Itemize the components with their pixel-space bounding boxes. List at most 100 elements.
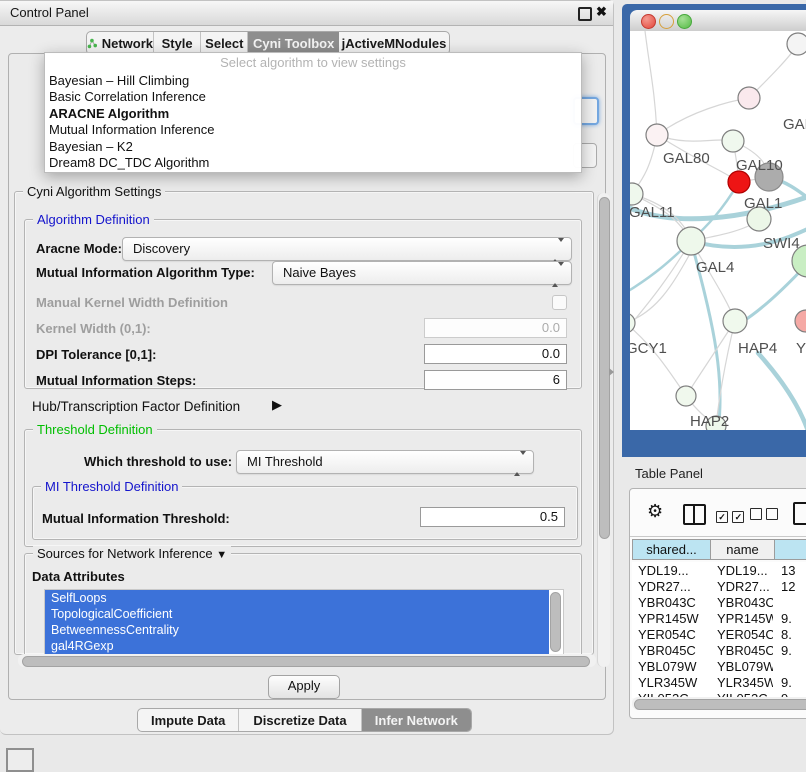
close-icon[interactable]: ✖ bbox=[596, 4, 607, 20]
data-attribute-item[interactable]: gal4RGexp bbox=[45, 638, 549, 654]
algorithm-option[interactable]: Mutual Information Inference bbox=[45, 122, 581, 138]
deselect-all-columns-icon[interactable] bbox=[750, 507, 778, 525]
mi-type-combobox[interactable]: Naive Bayes bbox=[272, 261, 572, 285]
table-cell[interactable]: 9. bbox=[781, 611, 806, 626]
split-columns-icon[interactable] bbox=[683, 504, 706, 525]
table-hscrollbar-track[interactable] bbox=[632, 697, 806, 710]
table-cell[interactable]: YPR145W bbox=[717, 611, 773, 626]
mi-steps-field[interactable]: 6 bbox=[424, 370, 567, 390]
table-hscrollbar-thumb[interactable] bbox=[634, 699, 806, 710]
node-pink-upper[interactable] bbox=[738, 87, 760, 109]
dpi-tolerance-label: DPI Tolerance [0,1]: bbox=[36, 347, 156, 362]
node-GAL80[interactable] bbox=[646, 124, 668, 146]
gear-icon[interactable]: ⚙ bbox=[647, 501, 663, 522]
node-HAP2[interactable] bbox=[676, 386, 696, 406]
minimize-traffic-light-icon[interactable] bbox=[659, 14, 674, 29]
algorithm-definition-label: Algorithm Definition bbox=[33, 212, 154, 227]
kernel-width-field[interactable]: 0.0 bbox=[424, 318, 567, 338]
table-cell[interactable]: YBR045C bbox=[717, 643, 773, 658]
apply-button[interactable]: Apply bbox=[268, 675, 340, 699]
data-attribute-item[interactable]: BetweennessCentrality bbox=[45, 622, 549, 638]
table-cell[interactable]: YBR043C bbox=[638, 595, 709, 610]
node-top-partial[interactable] bbox=[787, 33, 806, 55]
table-cell[interactable]: YBR045C bbox=[638, 643, 709, 658]
table-cell[interactable]: 9. bbox=[781, 675, 806, 690]
table-cell[interactable]: YBL079W bbox=[638, 659, 709, 674]
table-row[interactable]: YER054C YER054C 8. bbox=[632, 626, 806, 642]
node-red[interactable] bbox=[728, 171, 750, 193]
table-cell[interactable]: 13 bbox=[781, 563, 806, 578]
hub-tf-definition-toggle[interactable]: Hub/Transcription Factor Definition bbox=[32, 399, 240, 414]
expanded-arrow-icon[interactable]: ▼ bbox=[216, 549, 227, 561]
node-GAL4[interactable] bbox=[677, 227, 705, 255]
node-HAP4[interactable] bbox=[723, 309, 747, 333]
column-header-partial[interactable] bbox=[775, 539, 806, 560]
node-GAL11[interactable] bbox=[630, 183, 643, 205]
algorithm-option[interactable]: ARACNE Algorithm bbox=[45, 106, 581, 122]
table-cell[interactable]: YDL19... bbox=[717, 563, 773, 578]
tab-jactivemnodules[interactable]: jActiveMNodules bbox=[339, 32, 449, 54]
data-attribute-item[interactable]: SelfLoops bbox=[45, 590, 549, 606]
table-row[interactable]: YBL079W YBL079W bbox=[632, 658, 806, 674]
mi-threshold-field[interactable]: 0.5 bbox=[420, 507, 565, 527]
tab-cyni-toolbox[interactable]: Cyni Toolbox bbox=[248, 32, 338, 54]
table-cell[interactable]: 8. bbox=[781, 627, 806, 642]
manual-kernel-checkbox[interactable] bbox=[552, 295, 567, 310]
settings-hscrollbar-thumb[interactable] bbox=[22, 656, 590, 667]
node-label-SWI4: SWI4 bbox=[763, 235, 800, 252]
splitter-handle-icon[interactable] bbox=[609, 368, 614, 376]
tab-network[interactable]: Network bbox=[87, 32, 154, 54]
table-row[interactable]: YBR045C YBR045C 9. bbox=[632, 642, 806, 658]
table-row[interactable]: YLR345W YLR345W 9. bbox=[632, 674, 806, 690]
data-attribute-item[interactable]: TopologicalCoefficient bbox=[45, 606, 549, 622]
table-cell[interactable]: YER054C bbox=[717, 627, 773, 642]
table-cell[interactable]: YDR27... bbox=[717, 579, 773, 594]
table-cell[interactable]: YLR345W bbox=[638, 675, 709, 690]
list-vscrollbar-thumb[interactable] bbox=[550, 592, 561, 652]
algorithm-option[interactable]: Bayesian – K2 bbox=[45, 139, 581, 155]
column-header-name[interactable]: name bbox=[711, 539, 775, 560]
sources-group-label: Sources for Network Inference ▼ bbox=[33, 546, 231, 561]
data-attributes-list[interactable]: SelfLoopsTopologicalCoefficientBetweenne… bbox=[44, 589, 564, 655]
export-table-icon[interactable] bbox=[793, 502, 806, 525]
dpi-tolerance-field[interactable]: 0.0 bbox=[424, 344, 567, 364]
table-row[interactable]: YDL19... YDL19... 13 bbox=[632, 562, 806, 578]
close-traffic-light-icon[interactable] bbox=[641, 14, 656, 29]
table-cell[interactable]: YDR27... bbox=[638, 579, 709, 594]
node-GAL10[interactable] bbox=[722, 130, 744, 152]
which-threshold-combobox[interactable]: MI Threshold bbox=[236, 450, 534, 474]
table-cell[interactable]: YER054C bbox=[638, 627, 709, 642]
settings-hscrollbar-track[interactable] bbox=[18, 654, 596, 667]
algorithm-option[interactable]: Dream8 DC_TDC Algorithm bbox=[45, 155, 581, 171]
table-row[interactable]: YBR043C YBR043C bbox=[632, 594, 806, 610]
collapsed-arrow-icon[interactable]: ▶ bbox=[272, 397, 282, 413]
select-all-columns-icon[interactable]: ✓ ✓ bbox=[716, 507, 744, 525]
table-cell[interactable]: YDL19... bbox=[638, 563, 709, 578]
node-label-GAL11: GAL11 bbox=[630, 204, 675, 221]
data-attributes-label: Data Attributes bbox=[32, 569, 125, 584]
table-row[interactable]: YDR27... YDR27... 12 bbox=[632, 578, 806, 594]
table-cell[interactable]: YLR345W bbox=[717, 675, 773, 690]
tab-select[interactable]: Select bbox=[201, 32, 248, 54]
tab-impute-data[interactable]: Impute Data bbox=[138, 709, 239, 731]
table-cell[interactable]: 12 bbox=[781, 579, 806, 594]
float-window-icon[interactable] bbox=[578, 7, 592, 21]
aracne-mode-combobox[interactable]: Discovery bbox=[122, 237, 572, 261]
tab-style[interactable]: Style bbox=[154, 32, 201, 54]
tab-discretize-data[interactable]: Discretize Data bbox=[239, 709, 361, 731]
control-panel-titlebar[interactable]: Control Panel ✖ bbox=[0, 1, 613, 26]
table-cell[interactable]: YPR145W bbox=[638, 611, 709, 626]
zoom-traffic-light-icon[interactable] bbox=[677, 14, 692, 29]
table-cell[interactable]: YBR043C bbox=[717, 595, 773, 610]
table-cell[interactable]: 9. bbox=[781, 643, 806, 658]
table-row[interactable]: YPR145W YPR145W 9. bbox=[632, 610, 806, 626]
column-header-shared-name[interactable]: shared... bbox=[632, 539, 711, 560]
network-window-titlebar[interactable] bbox=[630, 10, 806, 32]
table-cell[interactable]: YBL079W bbox=[717, 659, 773, 674]
settings-vscrollbar-track[interactable] bbox=[597, 193, 610, 667]
node-pink-right[interactable] bbox=[795, 310, 806, 332]
algorithm-option[interactable]: Bayesian – Hill Climbing bbox=[45, 73, 581, 89]
network-canvas[interactable]: GALGAL80GAL10GAL1GAL11SWI4GAL4GCY1HAP4YH… bbox=[630, 31, 806, 430]
tab-infer-network[interactable]: Infer Network bbox=[362, 709, 471, 731]
algorithm-option[interactable]: Basic Correlation Inference bbox=[45, 89, 581, 105]
